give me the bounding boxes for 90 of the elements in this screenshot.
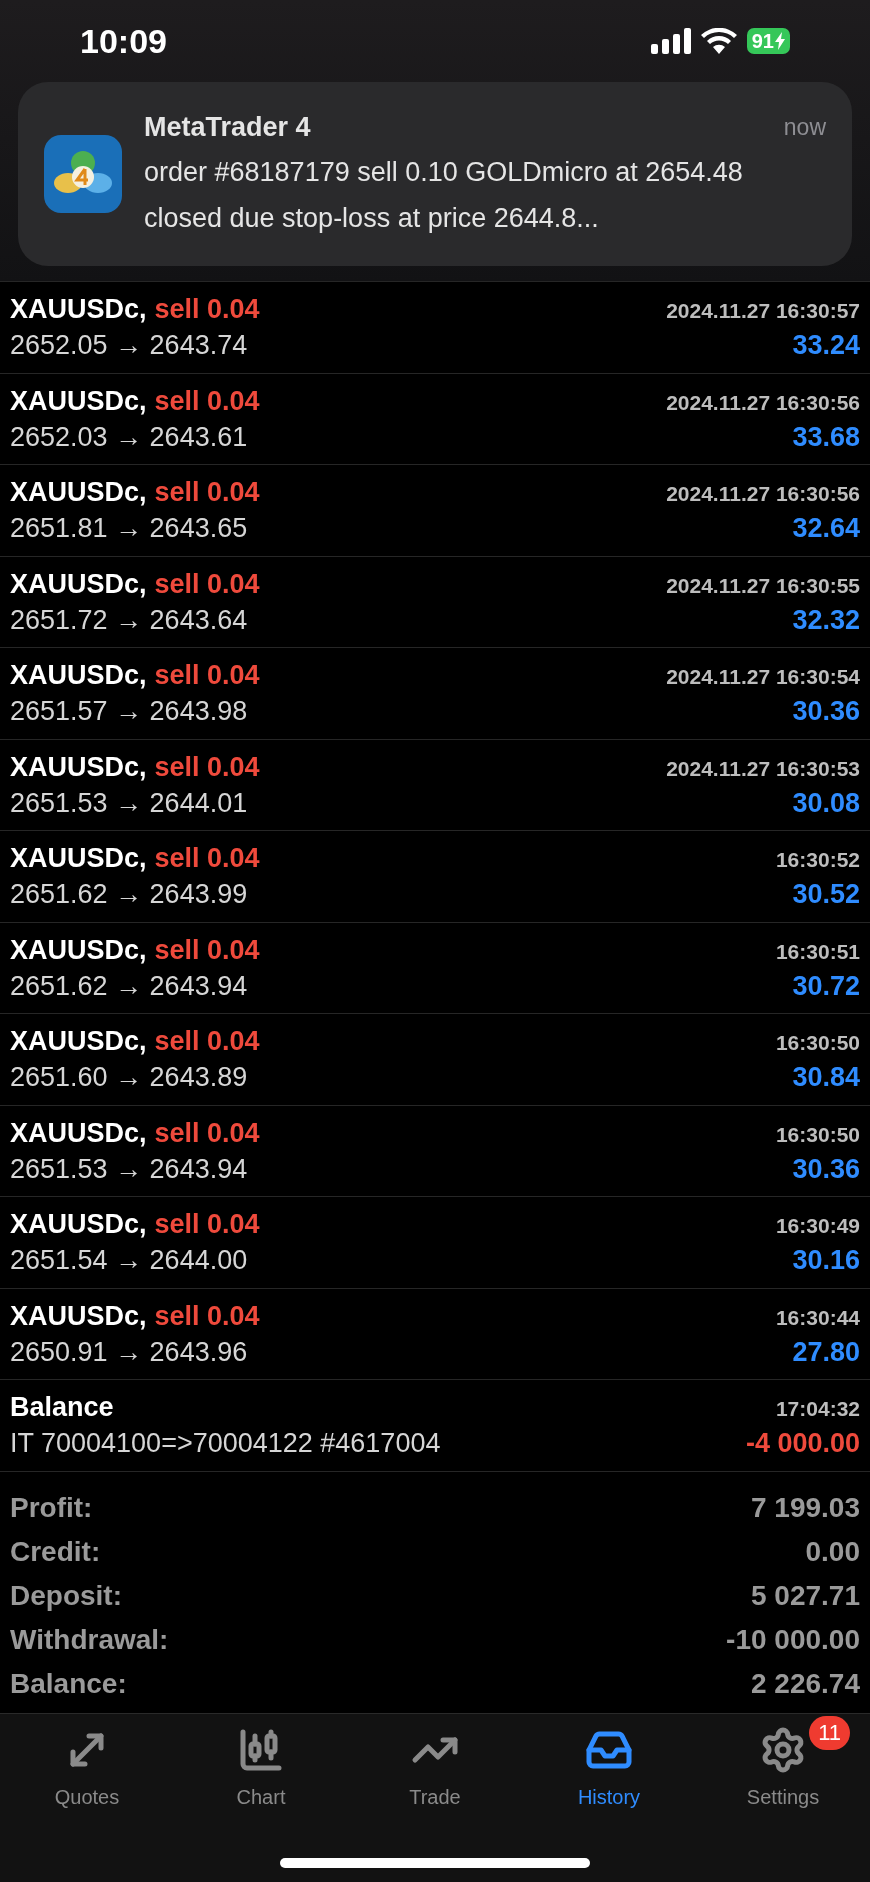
profit-value: 33.24 xyxy=(792,329,860,362)
timestamp: 16:30:51 xyxy=(775,938,860,965)
symbol: XAUUSDc, xyxy=(10,384,147,417)
symbol: XAUUSDc, xyxy=(10,567,147,600)
wifi-icon xyxy=(700,28,737,54)
timestamp: 16:30:52 xyxy=(775,847,860,874)
notification-message: order #68187179 sell 0.10 GOLDmicro at 2654.48 closed due stop-loss at price 2644.8... xyxy=(144,156,744,236)
symbol: XAUUSDc, xyxy=(10,476,147,509)
trade-side: sell 0.04 xyxy=(154,293,260,326)
timestamp: 2024.11.27 16:30:55 xyxy=(666,572,860,599)
summary-label: Profit: xyxy=(10,1490,93,1525)
symbol: XAUUSDc, xyxy=(10,1299,147,1332)
symbol: XAUUSDc, xyxy=(10,1208,147,1241)
profit-value: 30.36 xyxy=(792,695,860,728)
profit-value: 30.16 xyxy=(792,1244,860,1277)
price-range: 2651.57 → 2643.98 xyxy=(10,695,248,728)
notification-time: now xyxy=(783,112,826,142)
price-range: 2651.53 → 2643.94 xyxy=(10,1152,248,1185)
trade-side: sell 0.04 xyxy=(154,933,260,966)
symbol: XAUUSDc, xyxy=(10,1025,147,1058)
summary-label: Balance: xyxy=(10,1666,127,1701)
profit-value: 30.36 xyxy=(792,1152,860,1185)
price-range: 2651.60 → 2643.89 xyxy=(10,1061,248,1094)
tab[interactable]: Settings 11 xyxy=(708,1716,858,1812)
symbol: XAUUSDc, xyxy=(10,1116,147,1149)
timestamp: 2024.11.27 16:30:53 xyxy=(666,755,860,782)
bolt-icon xyxy=(775,32,785,50)
profit-value: 30.84 xyxy=(792,1061,860,1094)
trade-side: sell 0.04 xyxy=(154,476,260,509)
profit-value: 30.72 xyxy=(792,969,860,1002)
summary-value: 0.00 xyxy=(805,1534,860,1569)
battery-indicator: 91 xyxy=(746,28,790,54)
symbol: XAUUSDc, xyxy=(10,293,147,326)
summary-label: Deposit: xyxy=(10,1578,122,1613)
timestamp: 17:04:32 xyxy=(775,1396,860,1423)
timestamp: 16:30:49 xyxy=(775,1213,860,1240)
timestamp: 2024.11.27 16:30:54 xyxy=(666,664,860,691)
price-range: 2651.62 → 2643.94 xyxy=(10,969,248,1002)
summary-label: Withdrawal: xyxy=(10,1622,169,1657)
trade-side: sell 0.04 xyxy=(154,567,260,600)
summary-value: 2 226.74 xyxy=(751,1666,860,1701)
price-range: 2651.72 → 2643.64 xyxy=(10,603,248,636)
notification-badge: 11 xyxy=(809,1716,850,1750)
symbol: XAUUSDc, xyxy=(10,933,147,966)
tab[interactable]: Quotes xyxy=(12,1716,162,1812)
signal-icon xyxy=(650,28,691,54)
profit-value: -4 000.00 xyxy=(745,1427,860,1460)
trade-side: sell 0.04 xyxy=(154,1299,260,1332)
timestamp: 16:30:44 xyxy=(775,1304,860,1331)
notification-app-name: MetaTrader 4 xyxy=(144,110,311,144)
timestamp: 16:30:50 xyxy=(775,1030,860,1057)
profit-value: 27.80 xyxy=(792,1335,860,1368)
timestamp: 2024.11.27 16:30:57 xyxy=(666,298,860,325)
balance-comment: IT 70004100=>70004122 #4617004 xyxy=(10,1427,441,1460)
profit-value: 32.64 xyxy=(792,512,860,545)
tab[interactable]: Chart xyxy=(186,1716,336,1812)
clock: 10:09 xyxy=(80,20,167,62)
summary-value: 5 027.71 xyxy=(751,1578,860,1613)
timestamp: 2024.11.27 16:30:56 xyxy=(666,389,860,416)
price-range: 2651.81 → 2643.65 xyxy=(10,512,248,545)
price-range: 2651.54 → 2644.00 xyxy=(10,1244,248,1277)
price-range: 2651.62 → 2643.99 xyxy=(10,878,248,911)
symbol: Balance xyxy=(10,1391,114,1424)
price-range: 2652.05 → 2643.74 xyxy=(10,329,248,362)
profit-value: 33.68 xyxy=(792,420,860,453)
symbol: XAUUSDc, xyxy=(10,750,147,783)
trade-side: sell 0.04 xyxy=(154,659,260,692)
trade-side: sell 0.04 xyxy=(154,384,260,417)
timestamp: 16:30:50 xyxy=(775,1121,860,1148)
price-range: 2650.91 → 2643.96 xyxy=(10,1335,248,1368)
trade-side: sell 0.04 xyxy=(154,750,260,783)
summary-value: -10 000.00 xyxy=(726,1622,860,1657)
tab[interactable]: Trade xyxy=(360,1716,510,1812)
timestamp: 2024.11.27 16:30:56 xyxy=(666,481,860,508)
trade-side: sell 0.04 xyxy=(154,1208,260,1241)
tab[interactable]: History xyxy=(534,1716,684,1812)
profit-value: 30.52 xyxy=(792,878,860,911)
profit-value: 30.08 xyxy=(792,786,860,819)
trade-side: sell 0.04 xyxy=(154,1116,260,1149)
price-range: 2651.53 → 2644.01 xyxy=(10,786,248,819)
summary-value: 7 199.03 xyxy=(751,1490,860,1525)
trade-side: sell 0.04 xyxy=(154,842,260,875)
summary-label: Credit: xyxy=(10,1534,101,1569)
symbol: XAUUSDc, xyxy=(10,842,147,875)
notification-card[interactable]: MetaTrader 4 now order #68187179 sell 0.10 GOLDmicro at 2654.48 closed due stop-loss at price 2644.8... xyxy=(18,82,852,266)
trade-side: sell 0.04 xyxy=(154,1025,260,1058)
profit-value: 32.32 xyxy=(792,603,860,636)
app-icon xyxy=(44,135,122,213)
price-range: 2652.03 → 2643.61 xyxy=(10,420,248,453)
symbol: XAUUSDc, xyxy=(10,659,147,692)
